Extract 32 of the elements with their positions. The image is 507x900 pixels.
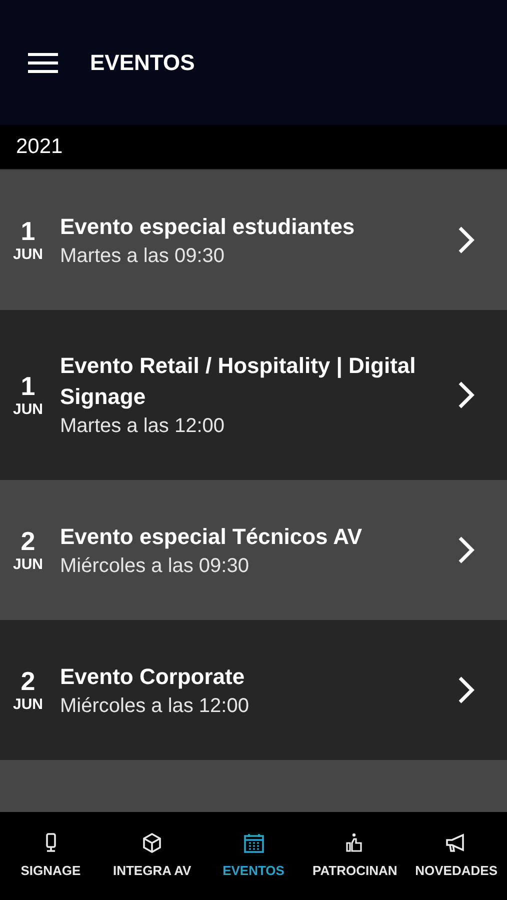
chevron-right-icon — [457, 380, 475, 410]
chevron-right-icon — [457, 535, 475, 565]
event-month: JUN — [12, 556, 43, 574]
event-row[interactable]: 2 JUN Evento especial Técnicos AV Miércoles a las 09:30 — [0, 480, 507, 620]
event-row[interactable]: 1 JUN Evento especial estudiantes Martes a las 09:30 — [0, 170, 507, 310]
nav-tab[interactable]: EVENTOS — [202, 831, 304, 881]
event-day: 1 — [20, 216, 36, 246]
calendar-icon — [242, 831, 266, 856]
event-title: Evento Retail / Hospitality | Digital Signage — [60, 352, 417, 411]
event-time: Miércoles a las 09:30 — [60, 554, 250, 578]
nav-tab[interactable]: PATROCINAN — [304, 831, 406, 881]
event-time: Martes a las 09:30 — [60, 244, 226, 268]
event-day: 2 — [20, 526, 36, 556]
event-title: Evento especial Técnicos AV — [60, 522, 364, 551]
menu-icon[interactable] — [28, 52, 58, 74]
event-month: JUN — [12, 696, 43, 714]
nav-tab[interactable]: NOVEDADES — [406, 831, 507, 881]
event-title: Evento especial estudiantes — [60, 212, 356, 241]
event-day: 2 — [20, 666, 36, 696]
event-title: Evento Corporate — [60, 662, 246, 691]
event-month: JUN — [12, 401, 43, 419]
event-time: Miércoles a las 12:00 — [60, 694, 250, 718]
event-row[interactable]: 2 JUN Evento Corporate Miércoles a las 12:00 — [0, 620, 507, 760]
event-month: JUN — [12, 246, 43, 264]
chevron-right-icon — [457, 225, 475, 255]
screen-title: EVENTOS — [90, 49, 195, 77]
chevron-right-icon — [457, 675, 475, 705]
event-time: Martes a las 12:00 — [60, 414, 226, 439]
year-label: 2021 — [16, 134, 63, 160]
nav-tab[interactable]: INTEGRA AV — [101, 831, 203, 881]
nav-tab[interactable]: SIGNAGE — [0, 831, 102, 881]
event-day: 1 — [20, 371, 36, 401]
